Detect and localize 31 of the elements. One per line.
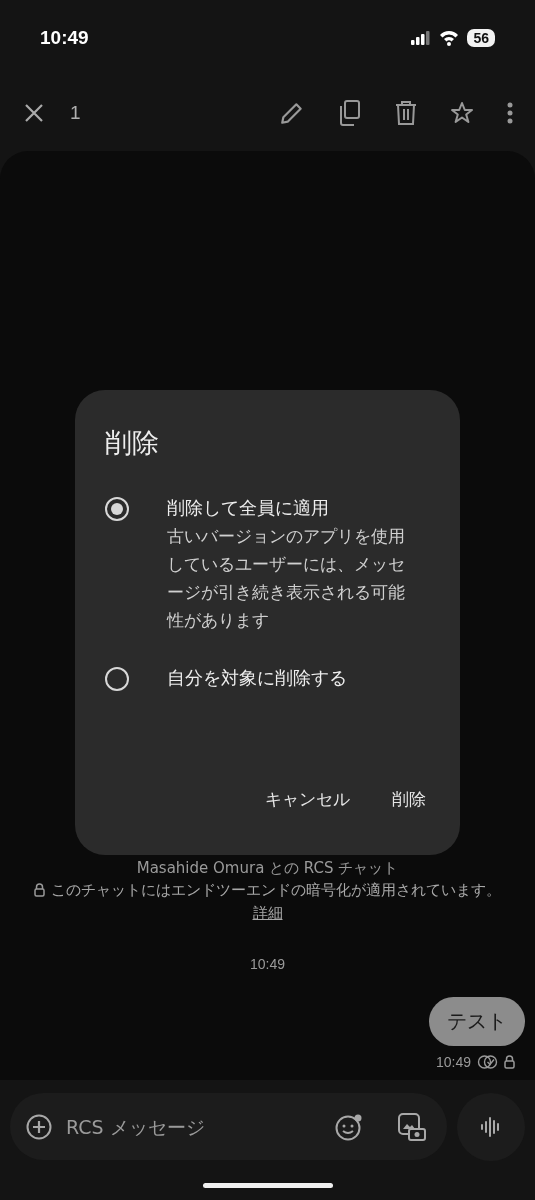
add-icon[interactable] bbox=[26, 1113, 52, 1140]
delete-button[interactable]: 削除 bbox=[386, 784, 432, 815]
pencil-icon[interactable] bbox=[279, 100, 305, 126]
option-label[interactable]: 自分を対象に削除する bbox=[167, 664, 417, 692]
details-link[interactable]: 詳細 bbox=[252, 904, 283, 922]
message-input[interactable]: RCS メッセージ bbox=[64, 1114, 323, 1139]
message-bubble[interactable]: テスト bbox=[429, 997, 525, 1046]
more-options-icon[interactable] bbox=[507, 102, 513, 124]
status-time: 10:49 bbox=[40, 26, 89, 49]
option-description: 古いバージョンのアプリを使用しているユーザーには、メッセージが引き続き表示される可能性があります bbox=[167, 525, 406, 632]
copy-icon[interactable] bbox=[338, 100, 362, 126]
cancel-button[interactable]: キャンセル bbox=[259, 784, 356, 815]
battery-indicator: 56 bbox=[467, 28, 495, 47]
timestamp: 10:49 bbox=[248, 955, 286, 973]
encryption-notice: このチャットにはエンドツーエンドの暗号化が適用されています。 bbox=[51, 881, 501, 899]
lock-icon bbox=[504, 1055, 515, 1069]
chat-header: Masahide Omura との RCS チャット bbox=[135, 858, 400, 879]
radio-button[interactable] bbox=[105, 497, 129, 521]
star-icon[interactable] bbox=[450, 101, 474, 125]
emoji-icon[interactable] bbox=[335, 1112, 363, 1141]
dialog-title: 削除 bbox=[105, 426, 160, 460]
lock-icon bbox=[34, 883, 45, 897]
wifi-icon bbox=[438, 29, 461, 46]
message-time: 10:49 bbox=[435, 1054, 471, 1070]
selection-count: 1 bbox=[70, 102, 81, 124]
gallery-camera-icon[interactable] bbox=[397, 1111, 427, 1142]
radio-button[interactable] bbox=[105, 667, 129, 691]
signal-icon bbox=[410, 29, 432, 46]
option-label[interactable]: 削除して全員に適用 bbox=[167, 494, 417, 522]
trash-icon[interactable] bbox=[395, 101, 417, 125]
double-check-icon bbox=[477, 1055, 498, 1069]
